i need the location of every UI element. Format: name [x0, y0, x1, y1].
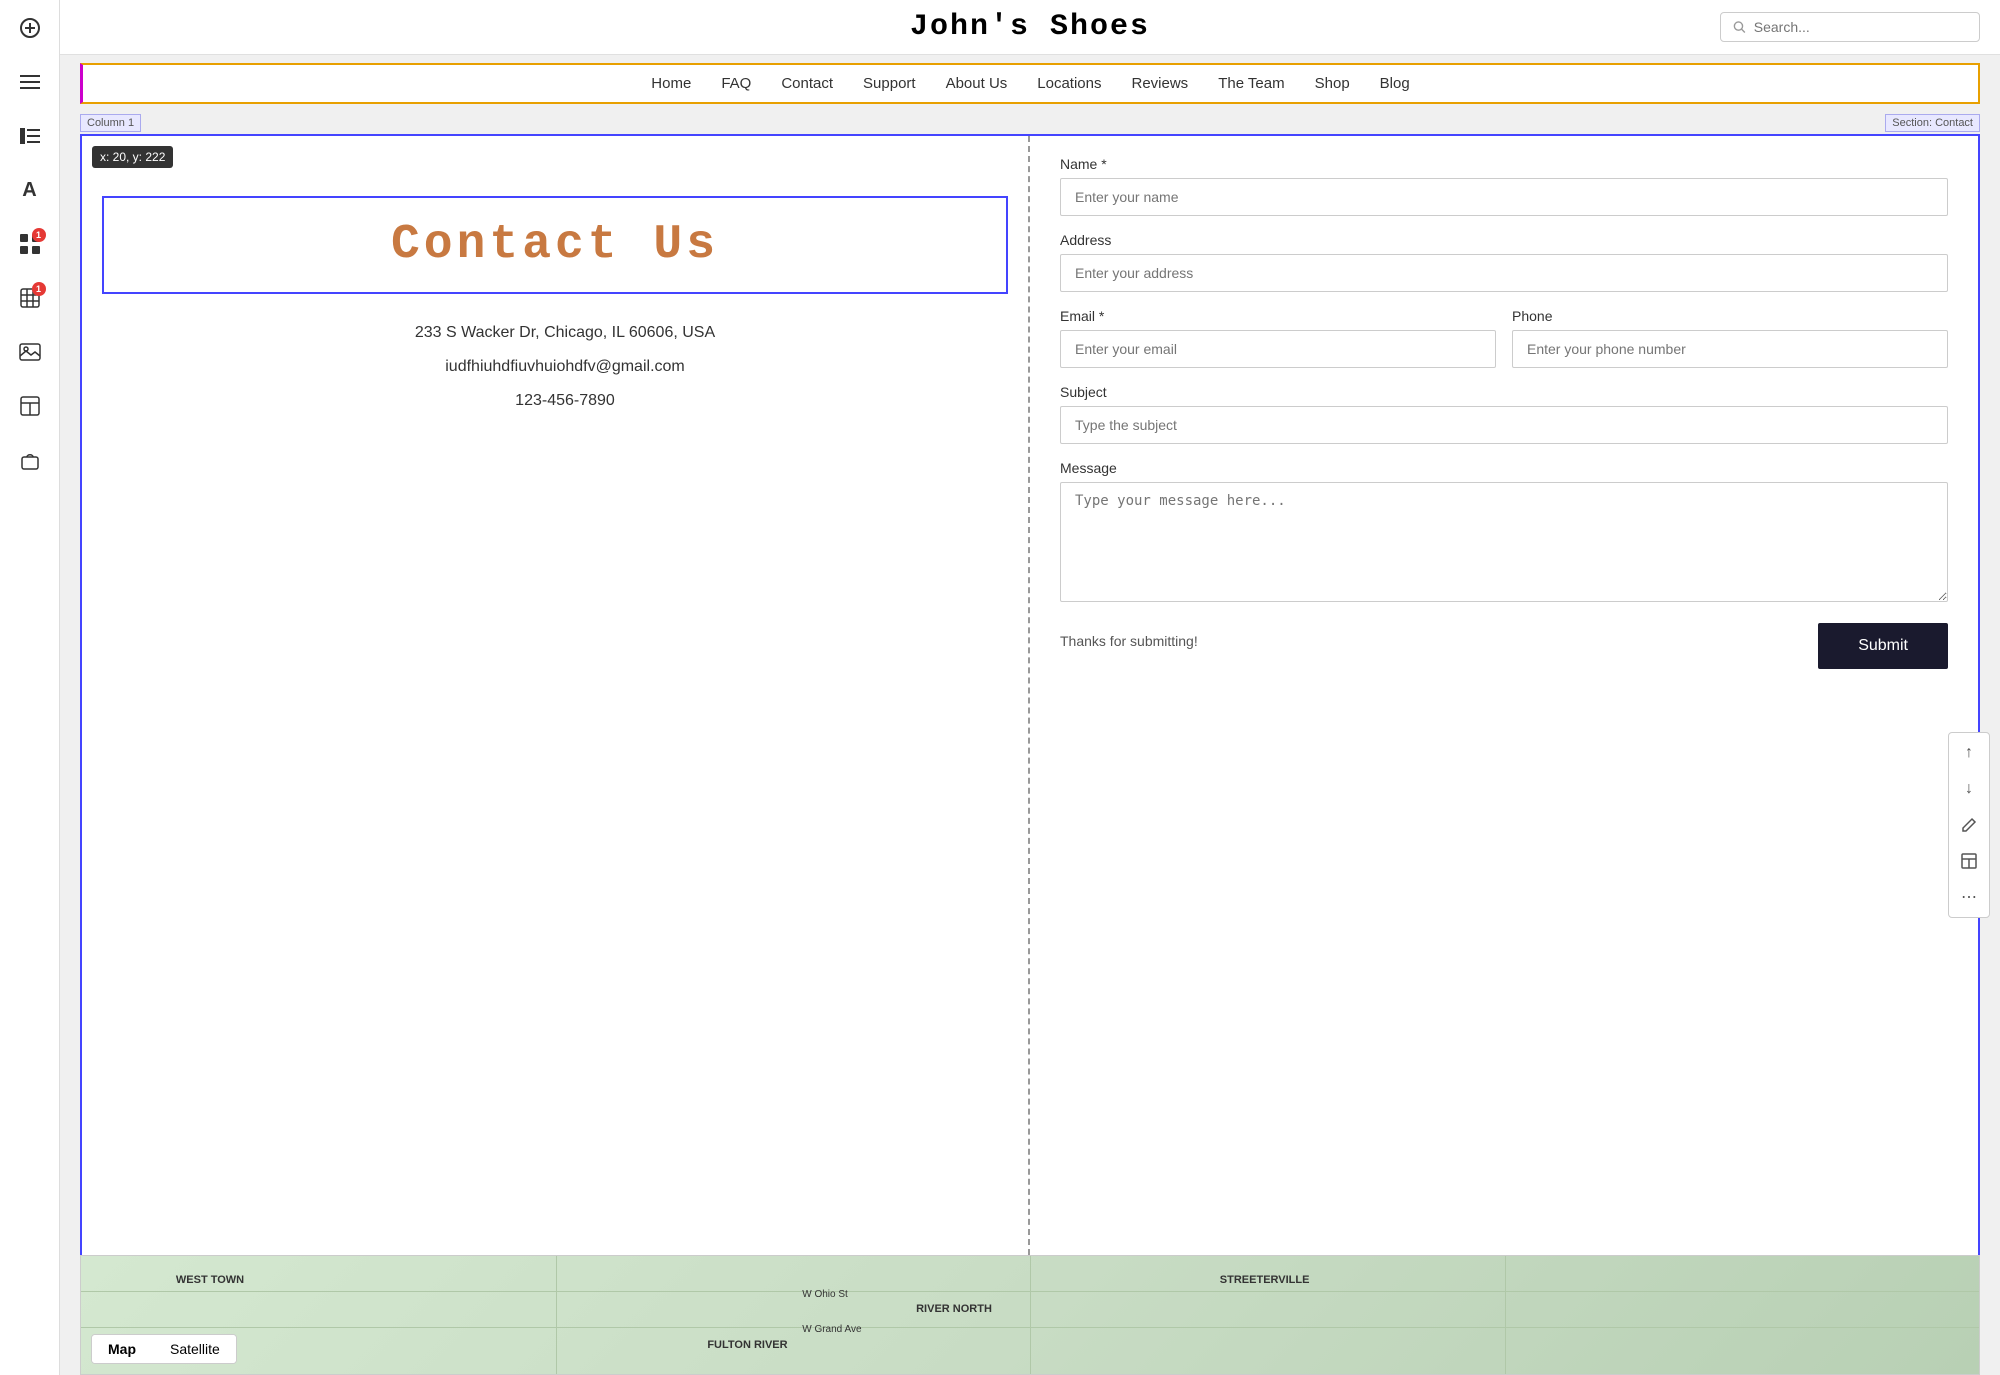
map-area: WEST TOWN RIVER NORTH STREETERVILLE FULT…: [80, 1255, 1980, 1375]
subject-input[interactable]: [1060, 406, 1948, 444]
email-phone-row: Email * Phone: [1060, 308, 1948, 384]
edit-button[interactable]: [1955, 811, 1983, 839]
address-label: Address: [1060, 232, 1948, 248]
phone-label: Phone: [1512, 308, 1948, 324]
map-label-west-town: WEST TOWN: [176, 1274, 244, 1286]
map-label-streeterville: STREETERVILLE: [1220, 1274, 1310, 1286]
contact-title-box: Contact Us: [102, 196, 1008, 294]
scroll-up-button[interactable]: ↑: [1955, 739, 1983, 767]
message-label: Message: [1060, 460, 1948, 476]
nav-item-shop[interactable]: Shop: [1315, 75, 1350, 92]
contact-phone: 123-456-7890: [122, 392, 1008, 410]
map-label-ohio-st: W Ohio St: [802, 1289, 848, 1300]
map-tabs: Map Satellite: [91, 1334, 237, 1364]
section-label: Section: Contact: [1885, 114, 1980, 132]
nav-item-faq[interactable]: FAQ: [721, 75, 751, 92]
column-label: Column 1: [80, 114, 141, 132]
bag-icon[interactable]: [12, 442, 48, 478]
header: John's Shoes: [60, 0, 2000, 55]
content-area: x: 20, y: 222 Contact Us 233 S Wacker Dr…: [80, 134, 1980, 1255]
image-icon[interactable]: [12, 334, 48, 370]
nav-item-team[interactable]: The Team: [1218, 75, 1284, 92]
layout-button[interactable]: [1955, 847, 1983, 875]
contact-email: iudfhiuhdfiuvhuiohdfv@gmail.com: [122, 358, 1008, 376]
text-icon[interactable]: A: [12, 172, 48, 208]
nav-item-home[interactable]: Home: [651, 75, 691, 92]
right-panel: Name * Address Email * Phone Subject: [1030, 136, 1978, 1255]
email-label: Email *: [1060, 308, 1496, 324]
address-group: Address: [1060, 232, 1948, 292]
phone-input[interactable]: [1512, 330, 1948, 368]
map-label-grand-ave: W Grand Ave: [802, 1324, 861, 1335]
grid-badge: 1: [32, 282, 46, 296]
scroll-down-button[interactable]: ↓: [1955, 775, 1983, 803]
nav-container: Home FAQ Contact Support About Us Locati…: [80, 63, 1980, 104]
list-icon[interactable]: [12, 118, 48, 154]
coord-tooltip: x: 20, y: 222: [92, 146, 173, 168]
search-bar[interactable]: [1720, 12, 1980, 42]
left-panel: x: 20, y: 222 Contact Us 233 S Wacker Dr…: [82, 136, 1030, 1255]
message-textarea[interactable]: [1060, 482, 1948, 602]
add-icon[interactable]: [12, 10, 48, 46]
nav-item-locations[interactable]: Locations: [1037, 75, 1101, 92]
email-group: Email *: [1060, 308, 1496, 368]
nav-bar: Home FAQ Contact Support About Us Locati…: [83, 65, 1978, 102]
sidebar: A 1 1: [0, 0, 60, 1375]
grid-icon[interactable]: 1: [12, 280, 48, 316]
contact-title: Contact Us: [124, 218, 986, 272]
message-group: Message: [1060, 460, 1948, 607]
more-button[interactable]: ⋯: [1955, 883, 1983, 911]
section-labels: Column 1 Section: Contact: [60, 112, 2000, 134]
nav-item-blog[interactable]: Blog: [1380, 75, 1410, 92]
name-label: Name *: [1060, 156, 1948, 172]
nav-item-contact[interactable]: Contact: [781, 75, 833, 92]
nav-item-about[interactable]: About Us: [946, 75, 1008, 92]
submit-button[interactable]: Submit: [1818, 623, 1948, 669]
thanks-text: Thanks for submitting!: [1060, 633, 1198, 649]
subject-label: Subject: [1060, 384, 1948, 400]
contact-address: 233 S Wacker Dr, Chicago, IL 60606, USA: [122, 324, 1008, 342]
apps-badge: 1: [32, 228, 46, 242]
phone-group: Phone: [1512, 308, 1948, 368]
email-input[interactable]: [1060, 330, 1496, 368]
contact-info: 233 S Wacker Dr, Chicago, IL 60606, USA …: [102, 324, 1008, 410]
float-controls: ↑ ↓ ⋯: [1948, 732, 1990, 918]
page-wrapper: John's Shoes Home FAQ Contact Support Ab…: [60, 0, 2000, 1375]
name-input[interactable]: [1060, 178, 1948, 216]
search-input[interactable]: [1754, 19, 1967, 35]
search-icon: [1733, 20, 1746, 34]
apps-icon[interactable]: 1: [12, 226, 48, 262]
name-group: Name *: [1060, 156, 1948, 216]
site-title: John's Shoes: [910, 10, 1150, 44]
map-label-fulton-river: FULTON RIVER: [707, 1339, 787, 1351]
map-tab-map[interactable]: Map: [92, 1335, 152, 1363]
nav-item-reviews[interactable]: Reviews: [1132, 75, 1189, 92]
nav-item-support[interactable]: Support: [863, 75, 916, 92]
menu-icon[interactable]: [12, 64, 48, 100]
map-label-river-north: RIVER NORTH: [916, 1303, 992, 1315]
map-tab-satellite[interactable]: Satellite: [154, 1335, 236, 1363]
address-input[interactable]: [1060, 254, 1948, 292]
table-icon[interactable]: [12, 388, 48, 424]
subject-group: Subject: [1060, 384, 1948, 444]
